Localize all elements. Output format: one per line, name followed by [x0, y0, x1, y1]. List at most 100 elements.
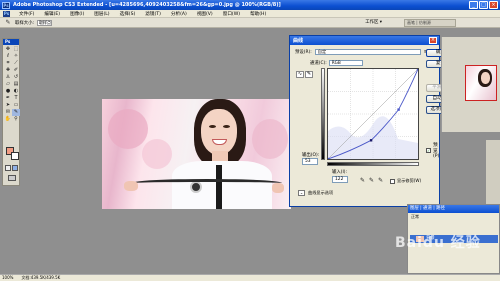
notes-icon[interactable]: ✉ — [4, 109, 12, 116]
standard-mode-button[interactable] — [5, 165, 11, 171]
show-clipping-option[interactable]: 显示修剪(W) — [390, 178, 421, 184]
window-title: Adobe Photoshop CS3 Extended - [u=428569… — [13, 2, 281, 8]
menu-layer[interactable]: 图层(L) — [90, 11, 113, 17]
gray-point-eyedropper-icon[interactable]: ✎ — [369, 177, 374, 184]
blur-icon[interactable]: ● — [4, 88, 12, 95]
document-image[interactable] — [102, 99, 291, 209]
menu-select[interactable]: 选择(S) — [116, 11, 140, 17]
curves-dialog: 曲线 × 预设(R): 自定 ≡ 通道(C): RGB ∿ ✎ — [289, 35, 455, 207]
maximize-button[interactable]: □ — [479, 1, 488, 9]
navigator-thumbnail[interactable] — [465, 65, 497, 101]
preview-label: 预览(P) — [433, 143, 440, 159]
curve-control-point[interactable] — [326, 157, 330, 161]
preset-row: 预设(R): 自定 ≡ — [295, 49, 428, 55]
eraser-icon[interactable]: ▱ — [4, 81, 12, 88]
curve-plot[interactable] — [326, 67, 420, 161]
curve-display-options[interactable]: ⌄ 曲线显示选项 — [298, 190, 333, 196]
menu-edit[interactable]: 编辑(E) — [40, 11, 64, 17]
gradient-icon[interactable]: ▤ — [12, 81, 20, 88]
point-curve-icon[interactable]: ∿ — [296, 71, 304, 78]
toolbox: Ps ✥ ⬚ ℓ ✧ ⌗ ⟋ ✚ ✐ ♙ ↺ ▱ ▤ ● ◐ ✒ T ➤ ▭ ✉… — [2, 38, 20, 186]
bicycle-handlebar — [132, 179, 282, 187]
dialog-title: 曲线 — [293, 38, 304, 44]
eyedropper-group: ✎ ✎ ✎ — [360, 177, 383, 184]
zoom-icon[interactable]: ⚲ — [12, 116, 20, 123]
eyedropper-icon[interactable]: ✎ — [12, 109, 20, 116]
menu-window[interactable]: 窗口(W) — [219, 11, 244, 17]
show-clipping-checkbox[interactable] — [390, 178, 395, 184]
curve-tools: ∿ ✎ — [296, 71, 313, 78]
history-brush-icon[interactable]: ↺ — [12, 74, 20, 81]
workspace-button[interactable]: 工作区 ▾ — [365, 20, 382, 26]
input-gradient-bar — [327, 162, 419, 166]
output-gradient-bar — [321, 68, 325, 160]
black-point-eyedropper-icon[interactable]: ✎ — [360, 177, 365, 184]
menu-filter[interactable]: 滤镜(T) — [141, 11, 165, 17]
dialog-close-button[interactable]: × — [429, 37, 437, 44]
dialog-title-bar[interactable]: 曲线 — [290, 36, 439, 45]
preview-option[interactable]: ✓ 预览(P) — [426, 142, 439, 159]
blend-mode-select[interactable]: 正常 — [408, 213, 499, 221]
curves-graph[interactable] — [326, 67, 420, 161]
slice-icon[interactable]: ⟋ — [12, 60, 20, 67]
channel-label: 通道(C): — [310, 61, 327, 66]
type-icon[interactable]: T — [12, 95, 20, 102]
layers-panel-header[interactable]: 图层 | 通道 | 路径 — [408, 205, 499, 213]
menu-help[interactable]: 帮助(H) — [246, 11, 270, 17]
photoshop-app-icon: Ps — [2, 1, 10, 9]
preview-checkbox[interactable]: ✓ — [426, 148, 431, 153]
channel-select[interactable]: RGB — [328, 60, 363, 66]
brush-icon[interactable]: ✐ — [12, 67, 20, 74]
input-label: 输入(I): — [332, 170, 347, 175]
sample-size-label: 取样大小: — [15, 20, 35, 26]
status-bar: 100% 文档:439.5K/439.5K — [0, 274, 500, 281]
document-size: 文档:439.5K/439.5K — [21, 275, 61, 280]
close-button[interactable]: × — [489, 1, 498, 9]
brushes-panel-tab[interactable]: 画笔 | 仿制源 — [404, 19, 456, 27]
curve-control-point[interactable] — [369, 139, 373, 142]
window-controls: _ □ × — [469, 1, 498, 9]
chevron-down-icon[interactable]: ⌄ — [298, 190, 305, 196]
output-field[interactable]: 53 — [302, 158, 318, 165]
background-color-swatch[interactable] — [11, 152, 19, 160]
crop-icon[interactable]: ⌗ — [4, 60, 12, 67]
menu-bar: Ps 文件(F) 编辑(E) 图像(I) 图层(L) 选择(S) 滤镜(T) 分… — [0, 10, 500, 18]
quick-mask-button[interactable] — [12, 165, 18, 171]
menu-image[interactable]: 图像(I) — [66, 11, 88, 17]
sample-size-select[interactable]: 取样点 — [37, 19, 53, 26]
curve-control-point[interactable] — [416, 67, 420, 71]
navigator-panel — [441, 37, 500, 132]
pencil-curve-icon[interactable]: ✎ — [305, 71, 313, 78]
panel-strip — [486, 140, 500, 204]
lasso-icon[interactable]: ℓ — [4, 53, 12, 60]
hand-icon[interactable]: ✋ — [4, 116, 12, 123]
subject-face — [201, 109, 237, 155]
curve-control-point[interactable] — [397, 108, 400, 111]
healing-icon[interactable]: ✚ — [4, 67, 12, 74]
pen-icon[interactable]: ✒ — [4, 95, 12, 102]
watermark: Baidu 经验 — [395, 235, 481, 251]
channel-row: 通道(C): RGB — [310, 60, 363, 66]
stamp-icon[interactable]: ♙ — [4, 74, 12, 81]
histogram — [328, 116, 418, 159]
path-select-icon[interactable]: ➤ — [4, 102, 12, 109]
ps-menu-icon[interactable]: Ps — [3, 10, 10, 17]
screen-mode-button[interactable] — [8, 175, 16, 181]
menu-view[interactable]: 视图(V) — [193, 11, 217, 17]
magic-wand-icon[interactable]: ✧ — [12, 53, 20, 60]
preset-select[interactable]: 自定 — [314, 49, 421, 55]
move-icon[interactable]: ✥ — [4, 46, 12, 53]
curve-display-options-label: 曲线显示选项 — [308, 190, 334, 195]
menu-file[interactable]: 文件(F) — [15, 11, 38, 17]
minimize-button[interactable]: _ — [469, 1, 478, 9]
show-clipping-label: 显示修剪(W) — [397, 178, 422, 183]
marquee-icon[interactable]: ⬚ — [12, 46, 20, 53]
white-point-eyedropper-icon[interactable]: ✎ — [378, 177, 383, 184]
menu-analysis[interactable]: 分析(A) — [167, 11, 191, 17]
shape-icon[interactable]: ▭ — [12, 102, 20, 109]
eyedropper-icon[interactable]: ✎ — [4, 19, 12, 26]
preset-label: 预设(R): — [295, 50, 312, 55]
dodge-icon[interactable]: ◐ — [12, 88, 20, 95]
input-field[interactable]: 122 — [332, 176, 348, 183]
zoom-level[interactable]: 100% — [2, 275, 13, 281]
